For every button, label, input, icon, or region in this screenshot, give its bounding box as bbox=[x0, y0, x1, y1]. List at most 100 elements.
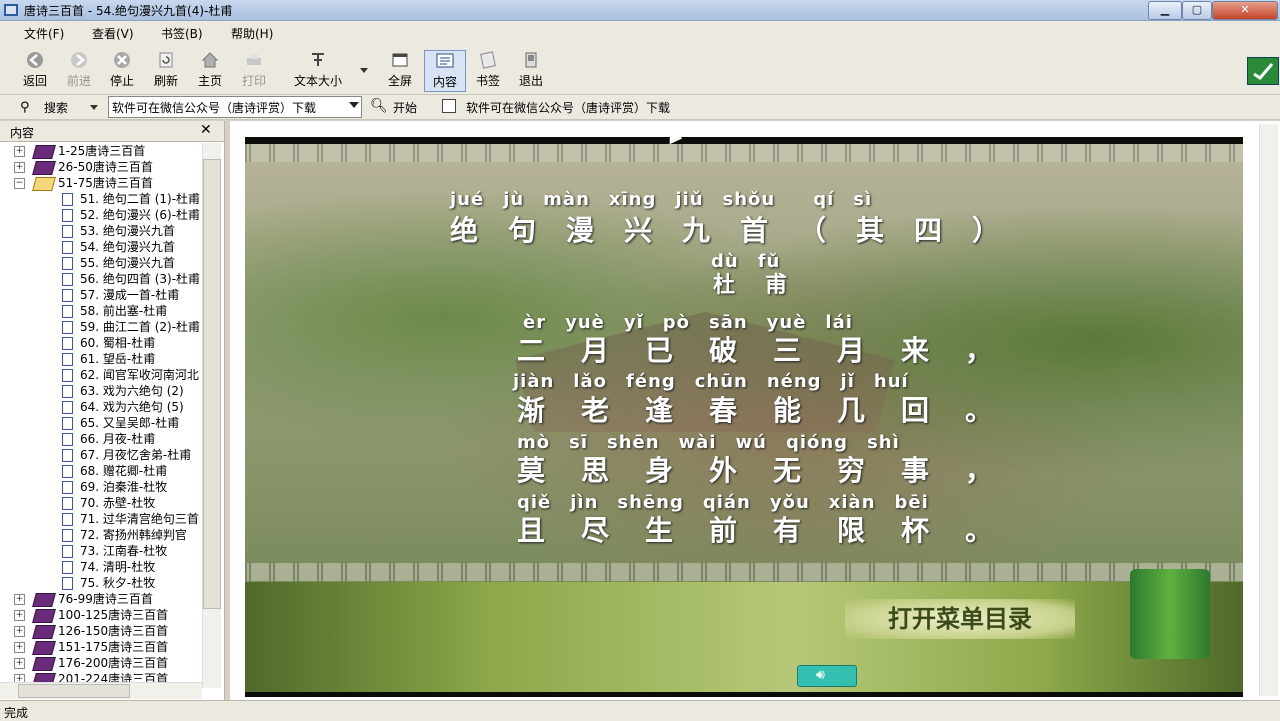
minimize-button[interactable]: ▁ bbox=[1148, 1, 1182, 20]
tree-item-label: 62. 闻官军收河南河北 bbox=[80, 368, 199, 382]
document-icon bbox=[62, 529, 73, 542]
tree-item[interactable]: 73. 江南春-杜牧 bbox=[62, 543, 200, 559]
status-bar: 完成 bbox=[0, 700, 1280, 721]
tree-item-label: 70. 赤壁-杜牧 bbox=[80, 496, 156, 510]
magnifier-icon: 🔍︎ bbox=[370, 98, 388, 114]
book-icon bbox=[32, 641, 56, 655]
tree-item-label: 151-175唐诗三百首 bbox=[58, 640, 169, 654]
text-size-label: 文本大小 bbox=[293, 74, 342, 88]
search-bar: ⚲ 搜索 软件可在微信公众号（唐诗评赏）下载 🔍︎ 开始 软件可在微信公众号（唐… bbox=[0, 95, 1280, 120]
title-bar: 唐诗三百首 - 54.绝句漫兴九首(4)-杜甫 ▁ ▢ ✕ bbox=[0, 0, 1280, 21]
expand-icon[interactable]: + bbox=[14, 626, 25, 637]
tree-group[interactable]: +76-99唐诗三百首 bbox=[14, 591, 200, 607]
tree-item[interactable]: 74. 清明-杜牧 bbox=[62, 559, 200, 575]
print-button[interactable]: 打印 bbox=[237, 50, 271, 90]
fullscreen-icon bbox=[392, 53, 408, 67]
search-go-button[interactable]: 开始 bbox=[393, 99, 417, 116]
poem-line-3: 莫思身外无穷事， bbox=[517, 454, 1030, 487]
tree-item[interactable]: 53. 绝句漫兴九首 bbox=[62, 223, 200, 239]
refresh-button[interactable]: 刷新 bbox=[149, 50, 183, 90]
chevron-down-icon bbox=[360, 68, 368, 73]
menu-bookmarks[interactable]: 书签(B) bbox=[161, 25, 203, 42]
document-icon bbox=[62, 289, 73, 302]
poem-line-4: 且尽生前有限杯。 bbox=[517, 514, 1030, 547]
tree-item-label: 53. 绝句漫兴九首 bbox=[80, 224, 175, 238]
text-size-icon bbox=[312, 53, 324, 66]
tree-horizontal-scroll-thumb[interactable] bbox=[18, 684, 130, 698]
expand-icon[interactable]: + bbox=[14, 610, 25, 621]
forward-button[interactable]: 前进 bbox=[62, 50, 96, 90]
exit-button[interactable]: 退出 bbox=[514, 50, 548, 90]
back-label: 返回 bbox=[22, 74, 47, 88]
menu-help[interactable]: 帮助(H) bbox=[231, 25, 273, 42]
tree-item[interactable]: 51. 绝句二首 (1)-杜甫 bbox=[62, 191, 200, 207]
tree-item[interactable]: 63. 戏为六绝句 (2) bbox=[62, 383, 200, 399]
tree-item[interactable]: 68. 赠花卿-杜甫 bbox=[62, 463, 200, 479]
tree-item[interactable]: 56. 绝句四首 (3)-杜甫 bbox=[62, 271, 200, 287]
contents-panel-close-button[interactable]: ✕ bbox=[200, 122, 212, 138]
tree-item-label: 75. 秋夕-杜牧 bbox=[80, 576, 156, 590]
expand-icon[interactable]: + bbox=[14, 594, 25, 605]
tree-item[interactable]: 69. 泊秦淮-杜牧 bbox=[62, 479, 200, 495]
text-size-dropdown[interactable] bbox=[360, 50, 372, 90]
tree-item[interactable]: 62. 闻官军收河南河北 bbox=[62, 367, 200, 383]
tree-item[interactable]: 67. 月夜忆舍弟-杜甫 bbox=[62, 447, 200, 463]
tree-item[interactable]: 72. 寄扬州韩绰判官 bbox=[62, 527, 200, 543]
tree-item[interactable]: 55. 绝句漫兴九首 bbox=[62, 255, 200, 271]
forward-arrow-icon bbox=[71, 52, 87, 68]
maximize-button[interactable]: ▢ bbox=[1182, 1, 1212, 20]
fullscreen-button[interactable]: 全屏 bbox=[383, 50, 417, 90]
document-icon bbox=[62, 193, 73, 206]
content-vertical-scrollbar[interactable] bbox=[1259, 124, 1278, 696]
menu-strip bbox=[245, 582, 1243, 692]
tree-item[interactable]: 64. 戏为六绝句 (5) bbox=[62, 399, 200, 415]
tree-group[interactable]: +151-175唐诗三百首 bbox=[14, 639, 200, 655]
expand-icon[interactable]: + bbox=[14, 146, 25, 157]
tree-item[interactable]: 59. 曲江二首 (2)-杜甫 bbox=[62, 319, 200, 335]
menu-view[interactable]: 查看(V) bbox=[92, 25, 134, 42]
tree-group[interactable]: +1-25唐诗三百首 bbox=[14, 143, 200, 159]
tree-group[interactable]: +100-125唐诗三百首 bbox=[14, 607, 200, 623]
tree-group[interactable]: +26-50唐诗三百首 bbox=[14, 159, 200, 175]
expand-icon[interactable]: + bbox=[14, 162, 25, 173]
back-button[interactable]: 返回 bbox=[18, 50, 52, 90]
tree-item[interactable]: 61. 望岳-杜甫 bbox=[62, 351, 200, 367]
document-icon bbox=[62, 577, 73, 590]
tree-group[interactable]: − 51-75唐诗三百首 bbox=[14, 175, 200, 191]
close-button[interactable]: ✕ bbox=[1212, 1, 1278, 20]
bookmark-button[interactable]: 书签 bbox=[471, 50, 505, 90]
expand-icon[interactable]: + bbox=[14, 658, 25, 669]
tree-vertical-scroll-thumb[interactable] bbox=[203, 159, 221, 609]
search-input[interactable]: 软件可在微信公众号（唐诗评赏）下载 bbox=[108, 96, 362, 118]
binoculars-icon: ⚲ bbox=[20, 100, 30, 115]
collapse-icon[interactable]: − bbox=[14, 178, 25, 189]
stop-button[interactable]: 停止 bbox=[105, 50, 139, 90]
tree-item[interactable]: 71. 过华清宫绝句三首 bbox=[62, 511, 200, 527]
tree-item[interactable]: 66. 月夜-杜甫 bbox=[62, 431, 200, 447]
tree-item[interactable]: 65. 又呈吴郎-杜甫 bbox=[62, 415, 200, 431]
tree-item[interactable]: 75. 秋夕-杜牧 bbox=[62, 575, 200, 591]
exit-label: 退出 bbox=[518, 74, 543, 88]
tree-item[interactable]: 60. 蜀相-杜甫 bbox=[62, 335, 200, 351]
menu-file[interactable]: 文件(F) bbox=[24, 25, 64, 42]
tree-group[interactable]: +126-150唐诗三百首 bbox=[14, 623, 200, 639]
tree-item[interactable]: 70. 赤壁-杜牧 bbox=[62, 495, 200, 511]
tree-item[interactable]: 54. 绝句漫兴九首 bbox=[62, 239, 200, 255]
tree-item[interactable]: 57. 漫成一首-杜甫 bbox=[62, 287, 200, 303]
tree-item[interactable]: 58. 前出塞-杜甫 bbox=[62, 303, 200, 319]
sound-button[interactable]: 🔊︎ bbox=[797, 665, 857, 687]
tree-group[interactable]: +176-200唐诗三百首 bbox=[14, 655, 200, 671]
chevron-down-icon[interactable] bbox=[349, 102, 359, 108]
contents-button[interactable]: 内容 bbox=[424, 50, 466, 92]
home-button[interactable]: 主页 bbox=[193, 50, 227, 90]
search-result-text[interactable]: 软件可在微信公众号（唐诗评赏）下载 bbox=[466, 99, 670, 116]
expand-icon[interactable]: + bbox=[14, 642, 25, 653]
open-menu-button[interactable]: 打开菜单目录 bbox=[845, 599, 1075, 639]
text-size-button[interactable]: 文本大小 bbox=[286, 50, 350, 90]
tree-item[interactable]: 52. 绝句漫兴 (6)-杜甫 bbox=[62, 207, 200, 223]
tree-item-label: 71. 过华清宫绝句三首 bbox=[80, 512, 199, 526]
poem-author: 杜甫 bbox=[713, 272, 818, 298]
document-icon bbox=[62, 481, 73, 494]
search-menu-dropdown[interactable] bbox=[90, 105, 98, 110]
tree-item-label: 59. 曲江二首 (2)-杜甫 bbox=[80, 320, 201, 334]
